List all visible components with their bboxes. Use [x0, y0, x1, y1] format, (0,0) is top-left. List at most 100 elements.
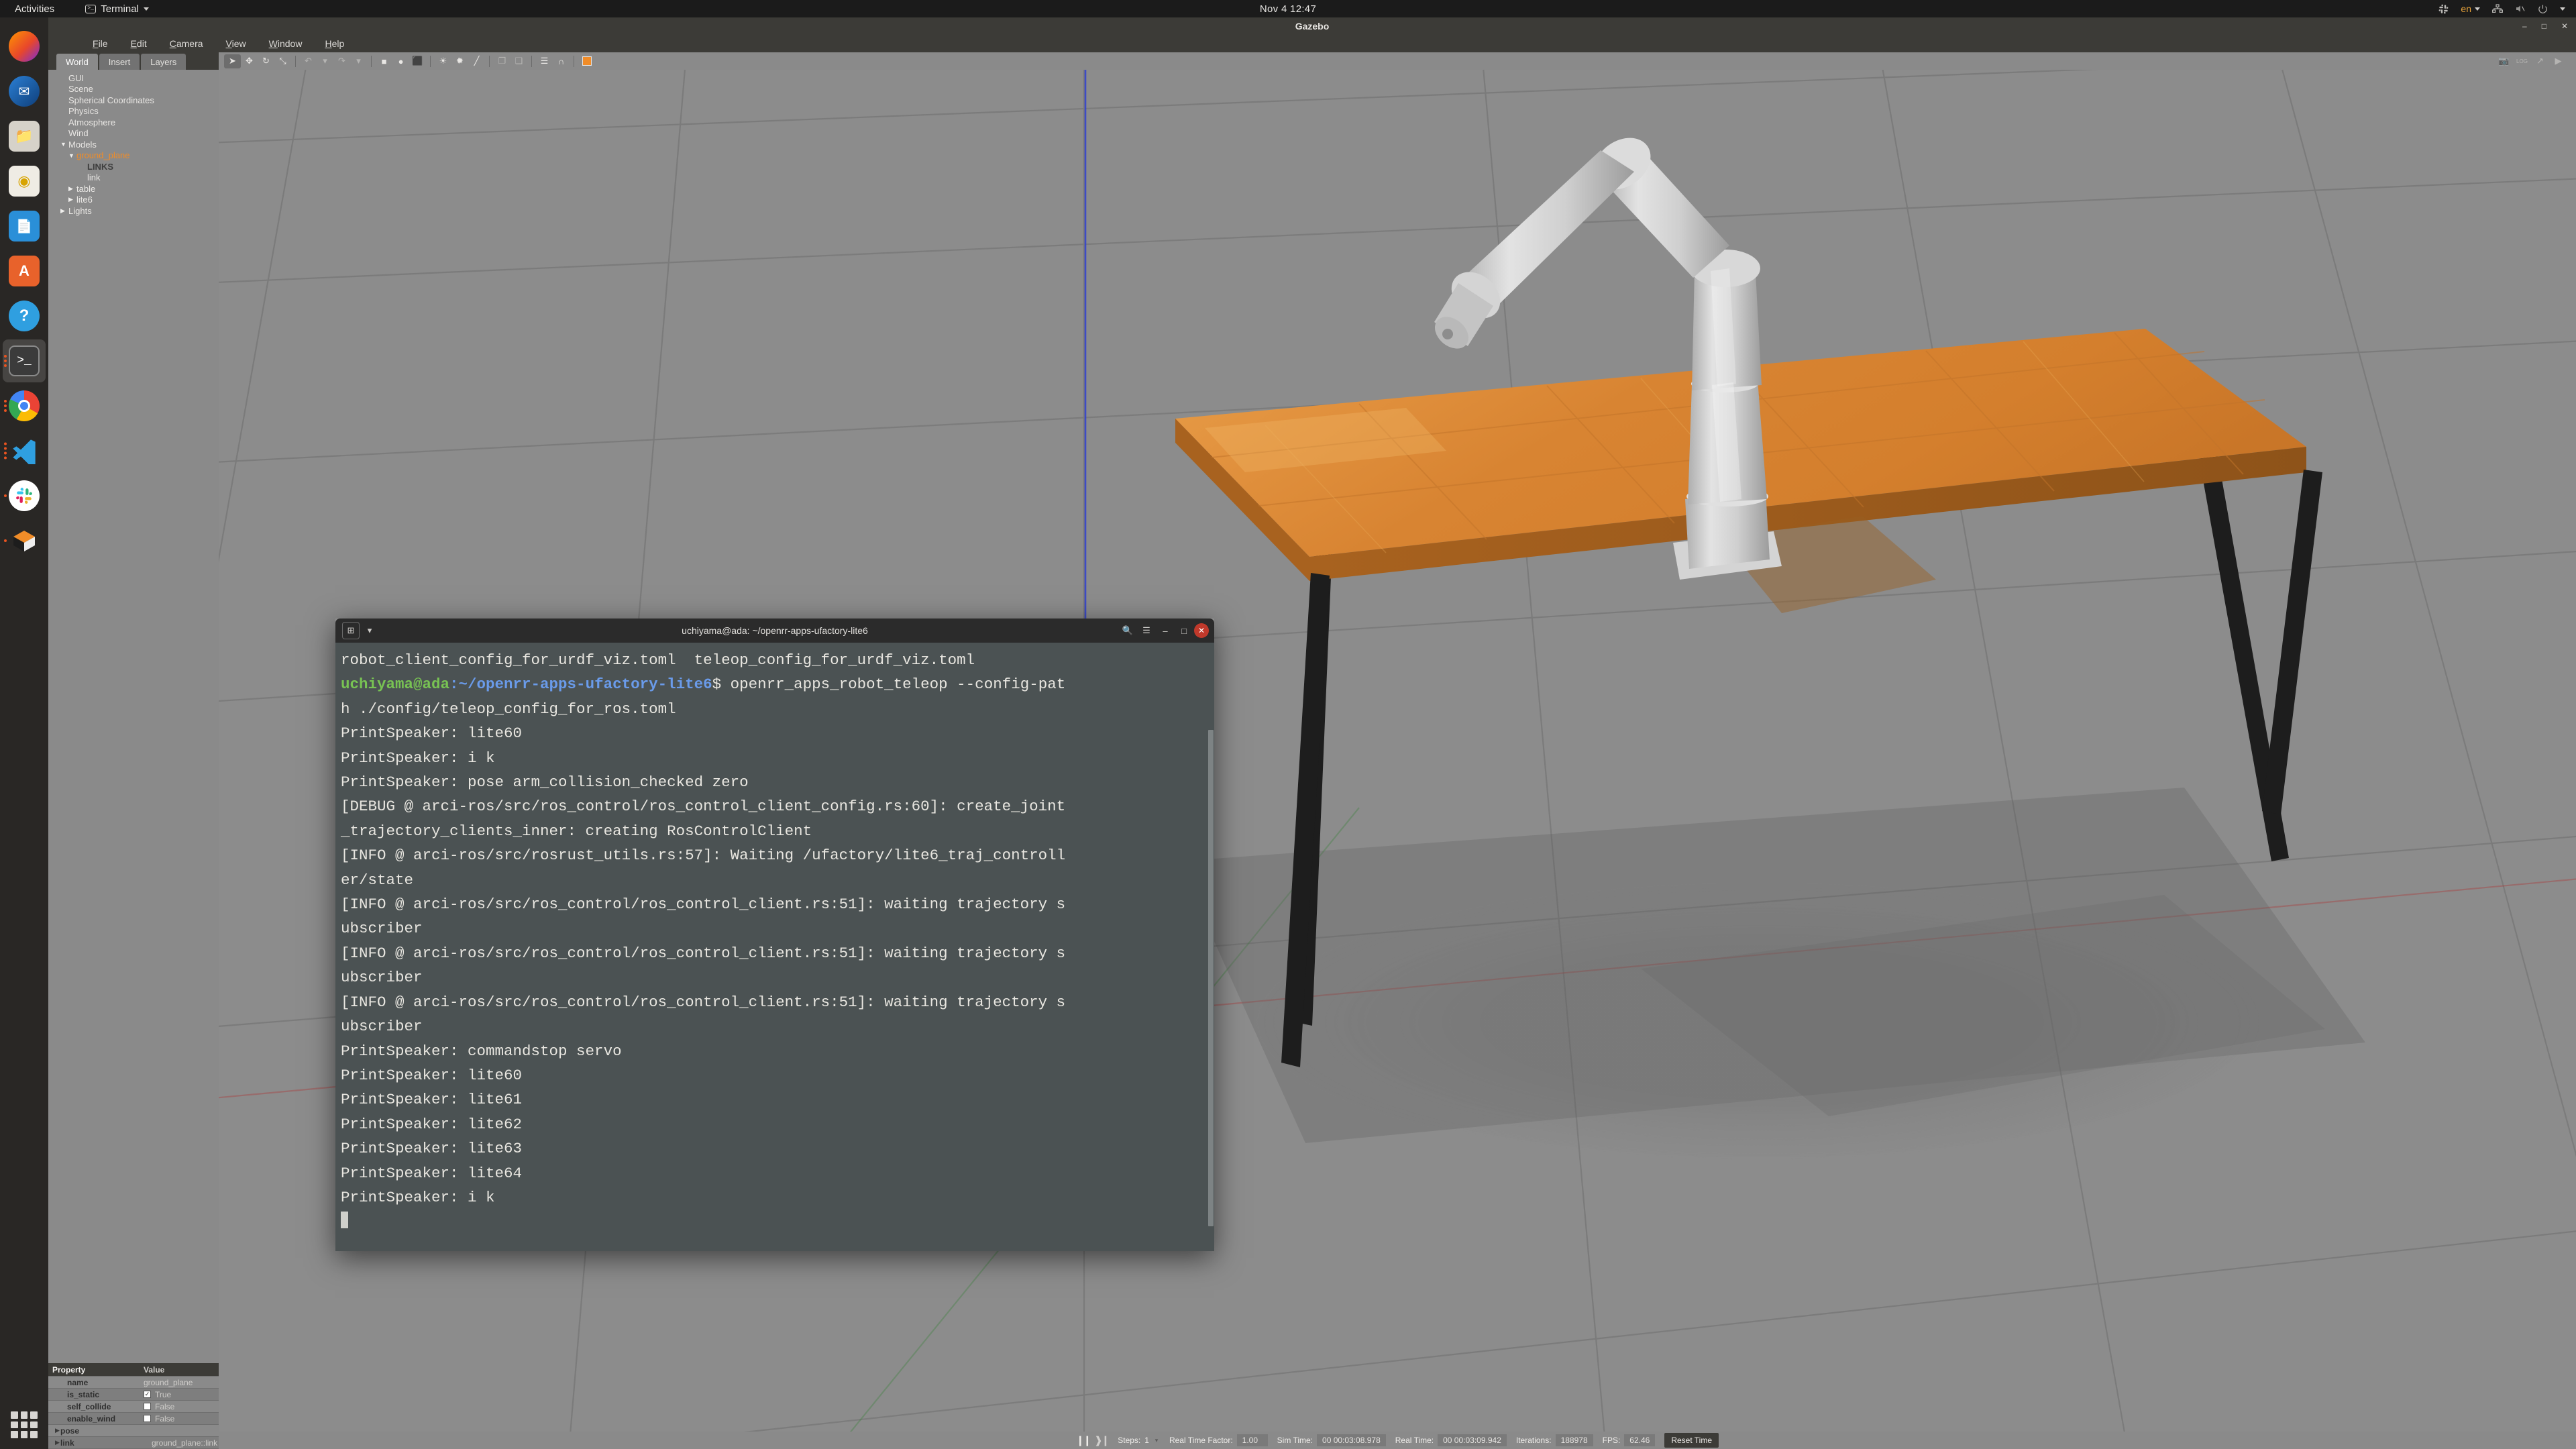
scrollbar-thumb[interactable] — [1208, 730, 1214, 1226]
dock-item-terminal[interactable]: >_ — [3, 339, 46, 382]
clock[interactable]: Nov 4 12:47 — [1260, 3, 1316, 15]
tree-item-physics[interactable]: Physics — [48, 106, 219, 117]
plot-tool[interactable]: ↗ — [2532, 54, 2548, 68]
minimize-button[interactable]: – — [2522, 21, 2527, 31]
dock-item-ubuntu-software[interactable]: A — [3, 250, 46, 292]
redo-dropdown[interactable]: ▾ — [350, 54, 367, 68]
property-row[interactable]: ▶ pose — [48, 1425, 219, 1437]
tab-layers[interactable]: Layers — [141, 54, 186, 70]
chevron-right-icon[interactable]: ▶ — [68, 185, 76, 193]
chevron-right-icon[interactable]: ▶ — [68, 196, 76, 203]
tree-item-scene[interactable]: Scene — [48, 84, 219, 95]
menu-icon[interactable]: ☰ — [1138, 622, 1155, 639]
tab-insert[interactable]: Insert — [99, 54, 140, 70]
log-record-tool[interactable]: LOG — [2514, 54, 2530, 68]
steps-value[interactable]: 1 — [1144, 1436, 1149, 1445]
insert-box-tool[interactable]: ■ — [376, 54, 392, 68]
rotate-mode-tool[interactable]: ↻ — [258, 54, 274, 68]
insert-sphere-tool[interactable]: ● — [392, 54, 409, 68]
minimize-button[interactable]: – — [1157, 622, 1174, 639]
copy-tool[interactable]: ❐ — [494, 54, 511, 68]
power-icon[interactable] — [2538, 4, 2548, 14]
terminal-scrollbar[interactable] — [1208, 643, 1214, 1251]
property-row[interactable]: name ground_plane — [48, 1377, 219, 1389]
scale-mode-tool[interactable]: ⤡ — [274, 54, 291, 68]
close-button[interactable]: ✕ — [2561, 21, 2568, 31]
dock-item-vscode[interactable] — [3, 429, 46, 472]
show-applications-button[interactable] — [11, 1411, 38, 1438]
tree-item-table[interactable]: ▶ table — [48, 183, 219, 195]
tree-item-ground-plane[interactable]: ▼ ground_plane — [48, 150, 219, 162]
directional-light-tool[interactable]: ╱ — [468, 54, 485, 68]
checkbox[interactable] — [144, 1403, 151, 1410]
terminal-body[interactable]: robot_client_config_for_urdf_viz.toml te… — [335, 643, 1214, 1251]
tree-item-wind[interactable]: Wind — [48, 128, 219, 140]
dock-item-firefox[interactable] — [3, 25, 46, 68]
menu-window[interactable]: Window — [269, 38, 303, 49]
checkbox[interactable]: ✓ — [144, 1391, 151, 1398]
chevron-down-icon[interactable]: ▾ — [1153, 1437, 1160, 1444]
dock-item-help[interactable]: ? — [3, 294, 46, 337]
volume-muted-icon[interactable] — [2515, 4, 2526, 13]
new-tab-icon[interactable]: ⊞ — [342, 622, 360, 639]
redo-tool[interactable]: ↷ — [333, 54, 350, 68]
dock-item-gazebo[interactable] — [3, 519, 46, 562]
chevron-down-icon[interactable]: ▼ — [68, 152, 76, 159]
menu-help[interactable]: Help — [325, 38, 344, 49]
dock-item-google-chrome[interactable] — [3, 384, 46, 427]
dock-item-libreoffice-writer[interactable]: 📄 — [3, 205, 46, 248]
search-icon[interactable]: 🔍 — [1119, 622, 1136, 639]
view-angle-tool[interactable] — [578, 54, 595, 68]
dock-item-thunderbird[interactable]: ✉ — [3, 70, 46, 113]
step-forward-icon[interactable]: ❱❙ — [1094, 1434, 1110, 1446]
maximize-button[interactable]: □ — [1175, 622, 1193, 639]
spot-light-tool[interactable]: ✹ — [451, 54, 468, 68]
select-mode-tool[interactable]: ➤ — [224, 54, 241, 68]
chevron-down-icon[interactable]: ▾ — [361, 622, 378, 639]
property-row[interactable]: is_static ✓ True — [48, 1389, 219, 1401]
chevron-down-icon[interactable] — [2560, 7, 2565, 11]
point-light-tool[interactable]: ☀ — [435, 54, 451, 68]
menu-file[interactable]: File — [93, 38, 108, 49]
tree-item-models[interactable]: ▼ Models — [48, 139, 219, 150]
reset-time-button[interactable]: Reset Time — [1664, 1433, 1719, 1448]
tab-world[interactable]: World — [56, 54, 98, 70]
tree-item-gui[interactable]: GUI — [48, 72, 219, 84]
app-menu-button[interactable]: >_ Terminal — [85, 3, 149, 15]
property-row[interactable]: ▶ link ground_plane::link — [48, 1437, 219, 1449]
chevron-right-icon[interactable]: ▶ — [48, 1439, 60, 1446]
insert-cylinder-tool[interactable]: ⬛ — [409, 54, 426, 68]
activities-button[interactable]: Activities — [15, 3, 54, 15]
paste-tool[interactable]: ❑ — [511, 54, 527, 68]
chevron-right-icon[interactable]: ▶ — [48, 1427, 60, 1434]
undo-tool[interactable]: ↶ — [300, 54, 317, 68]
language-indicator[interactable]: en — [2461, 3, 2471, 14]
tree-item-lights[interactable]: ▶ Lights — [48, 205, 219, 217]
menu-view[interactable]: View — [226, 38, 246, 49]
dock-item-files[interactable]: 📁 — [3, 115, 46, 158]
close-button[interactable]: ✕ — [1194, 623, 1209, 638]
tree-item-lite6[interactable]: ▶ lite6 — [48, 195, 219, 206]
tree-item-link[interactable]: link — [48, 172, 219, 184]
snap-tool[interactable]: ∩ — [553, 54, 570, 68]
translate-mode-tool[interactable]: ✥ — [241, 54, 258, 68]
dock-item-slack[interactable] — [3, 474, 46, 517]
slack-icon[interactable] — [2438, 4, 2449, 14]
property-row[interactable]: enable_wind False — [48, 1413, 219, 1425]
dock-item-rhythmbox[interactable]: ◉ — [3, 160, 46, 203]
chevron-down-icon[interactable]: ▼ — [60, 141, 68, 148]
tree-item-spherical-coordinates[interactable]: Spherical Coordinates — [48, 95, 219, 106]
undo-dropdown[interactable]: ▾ — [317, 54, 333, 68]
chevron-right-icon[interactable]: ▶ — [60, 207, 68, 215]
maximize-button[interactable]: □ — [2542, 21, 2546, 31]
tree-item-atmosphere[interactable]: Atmosphere — [48, 117, 219, 128]
align-tool[interactable]: ☰ — [536, 54, 553, 68]
tree-item-links[interactable]: LINKS — [48, 161, 219, 172]
menu-camera[interactable]: Camera — [170, 38, 203, 49]
video-record-tool[interactable]: ▶ — [2550, 54, 2567, 68]
pause-icon[interactable]: ❙❙ — [1076, 1434, 1091, 1446]
checkbox[interactable] — [144, 1415, 151, 1422]
screenshot-tool[interactable]: 📷 — [2496, 54, 2512, 68]
property-row[interactable]: self_collide False — [48, 1401, 219, 1413]
menu-edit[interactable]: Edit — [131, 38, 147, 49]
